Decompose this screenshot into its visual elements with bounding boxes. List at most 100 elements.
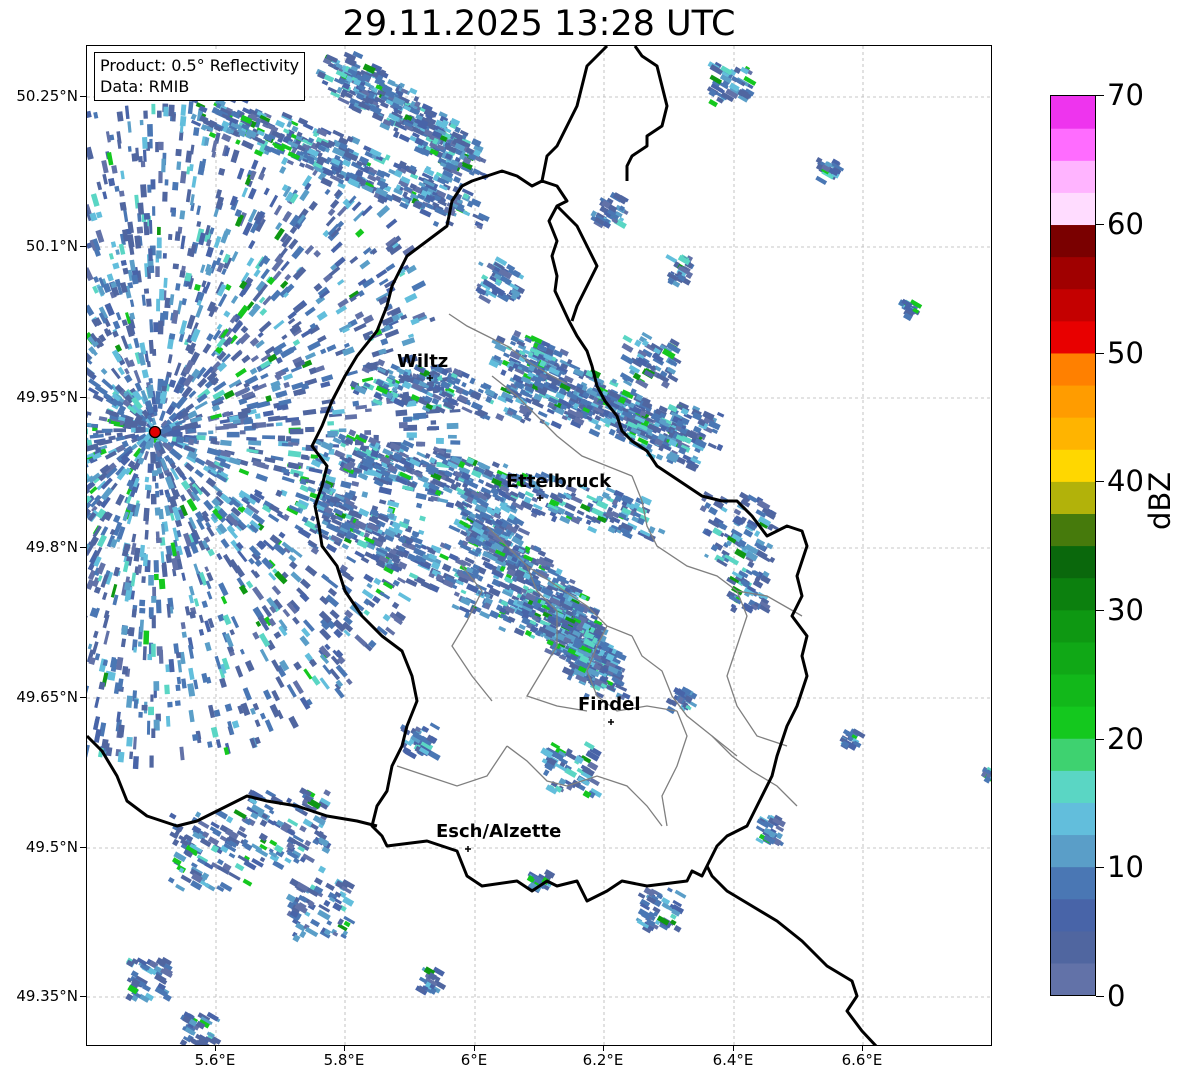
echo-cell: [155, 531, 160, 541]
echo-cell: [218, 582, 229, 597]
echo-cell: [185, 189, 192, 203]
echo-cell: [293, 661, 302, 671]
echo-cell: [264, 719, 274, 733]
echo-cell: [303, 668, 313, 680]
echo-cell: [116, 111, 124, 122]
echo-cell: [112, 262, 120, 270]
echo-cell: [310, 675, 321, 686]
echo-cell: [118, 190, 125, 197]
echo-cell: [733, 508, 742, 516]
echo-cell: [419, 515, 426, 522]
echo-cell: [364, 430, 372, 435]
echo-cell: [246, 437, 257, 441]
echo-cell: [167, 354, 173, 364]
echo-cell: [262, 435, 276, 440]
echo-cell: [214, 655, 222, 670]
echo-cell: [141, 576, 146, 583]
echo-cell: [201, 672, 209, 683]
echo-cell: [302, 408, 317, 416]
echo-cell: [195, 304, 204, 318]
echo-cell: [448, 553, 459, 562]
echo-cell: [305, 426, 315, 433]
echo-cell: [87, 267, 94, 282]
echo-cell: [210, 437, 218, 445]
echo-cell: [587, 525, 598, 534]
echo-cell: [112, 330, 119, 338]
echo-cell: [152, 206, 156, 216]
echo-cell: [279, 247, 288, 258]
echo-cell: [205, 580, 212, 590]
radar-map-panel[interactable]: [86, 45, 992, 1046]
echo-cell: [361, 376, 374, 383]
echo-cell: [146, 720, 151, 735]
echo-cell: [87, 685, 90, 697]
echo-cell: [307, 340, 321, 352]
echo-cell: [137, 202, 145, 215]
echo-cell: [262, 410, 274, 417]
map-title: 29.11.2025 13:28 UTC: [342, 4, 736, 44]
echo-cell: [87, 304, 95, 317]
echo-cell: [148, 378, 153, 384]
echo-cell: [151, 103, 156, 115]
echo-cell: [324, 188, 331, 196]
echo-cell: [462, 210, 471, 217]
echo-cell: [92, 630, 99, 639]
echo-cell: [183, 545, 193, 558]
echo-cell: [284, 273, 292, 281]
echo-cell: [122, 560, 130, 573]
echo-cell: [143, 212, 151, 220]
echo-cell: [148, 339, 154, 354]
echo-cell: [337, 96, 350, 105]
echo-cell: [133, 647, 137, 653]
echo-cell: [142, 554, 148, 567]
echo-cell: [234, 665, 244, 678]
echo-cell: [231, 720, 240, 729]
echo-cell: [224, 703, 233, 712]
echo-cell: [378, 499, 387, 505]
echo-cell: [153, 681, 160, 691]
echo-cell: [148, 706, 154, 716]
echo-cell: [446, 422, 459, 430]
echo-cell: [263, 689, 272, 701]
echo-cell: [188, 585, 195, 596]
echo-cell: [121, 665, 129, 675]
echo-cell: [707, 442, 717, 450]
echo-cell: [206, 447, 222, 457]
echo-cell: [308, 467, 323, 474]
echo-cell: [537, 410, 548, 418]
echo-cell: [193, 679, 199, 690]
echo-cell: [148, 220, 153, 234]
echo-cell: [186, 166, 191, 175]
echo-cell: [202, 343, 212, 354]
echo-cell: [158, 289, 165, 301]
echo-cell: [135, 426, 146, 433]
echo-cell: [239, 430, 246, 435]
echo-cell: [132, 736, 137, 750]
echo-cell: [127, 121, 132, 133]
echo-cell: [341, 543, 350, 550]
echo-cell: [340, 480, 352, 489]
echo-cell: [181, 631, 187, 638]
echo-cell: [366, 582, 373, 589]
echo-cell: [281, 156, 289, 166]
echo-cell: [365, 408, 372, 413]
echo-cell: [157, 320, 164, 335]
echo-cell: [336, 205, 348, 217]
echo-cell: [290, 571, 302, 583]
echo-cell: [148, 574, 154, 586]
echo-cell: [355, 228, 365, 238]
echo-cell: [181, 572, 186, 581]
echo-cell: [162, 191, 168, 202]
echo-cell: [247, 187, 257, 200]
echo-cell: [415, 492, 427, 501]
echo-cell: [437, 497, 449, 504]
echo-cell: [239, 648, 245, 655]
echo-cell: [148, 248, 153, 261]
echo-cell: [155, 599, 162, 614]
echo-cell: [176, 161, 182, 170]
echo-cell: [142, 646, 147, 661]
echo-cell: [156, 250, 162, 259]
echo-cell: [447, 434, 457, 439]
echo-cell: [288, 554, 297, 563]
echo-cell: [119, 201, 127, 211]
